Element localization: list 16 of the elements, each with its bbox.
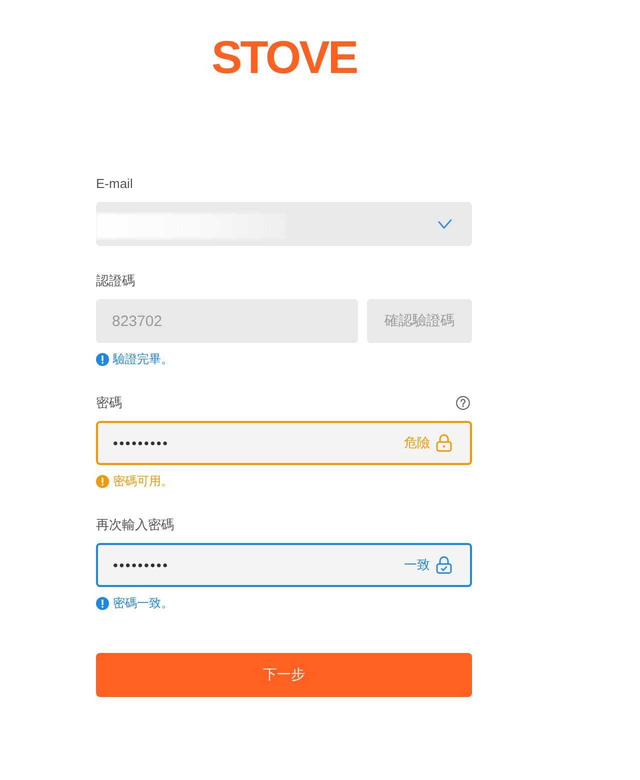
field-label: E-mail <box>96 175 133 193</box>
field-label: 認證碼 <box>96 272 135 290</box>
match-label: 一致 <box>404 556 430 574</box>
field-label: 再次輸入密碼 <box>96 516 174 534</box>
strength-label: 危險 <box>404 434 430 452</box>
lock-check-icon <box>436 556 452 574</box>
help-icon[interactable] <box>456 396 470 410</box>
confirm-password-field[interactable]: ••••••••• 一致 <box>96 543 472 587</box>
password-field[interactable]: ••••••••• 危險 <box>96 421 472 465</box>
lock-icon <box>436 434 452 452</box>
status-message: 密碼一致。 <box>113 595 173 612</box>
next-button[interactable]: 下一步 <box>96 653 472 697</box>
status-message: 驗證完畢。 <box>113 351 173 368</box>
logo-wordmark: STOVE <box>211 34 357 80</box>
field-label: 密碼 <box>96 394 122 412</box>
status-message: 密碼可用。 <box>113 473 173 490</box>
